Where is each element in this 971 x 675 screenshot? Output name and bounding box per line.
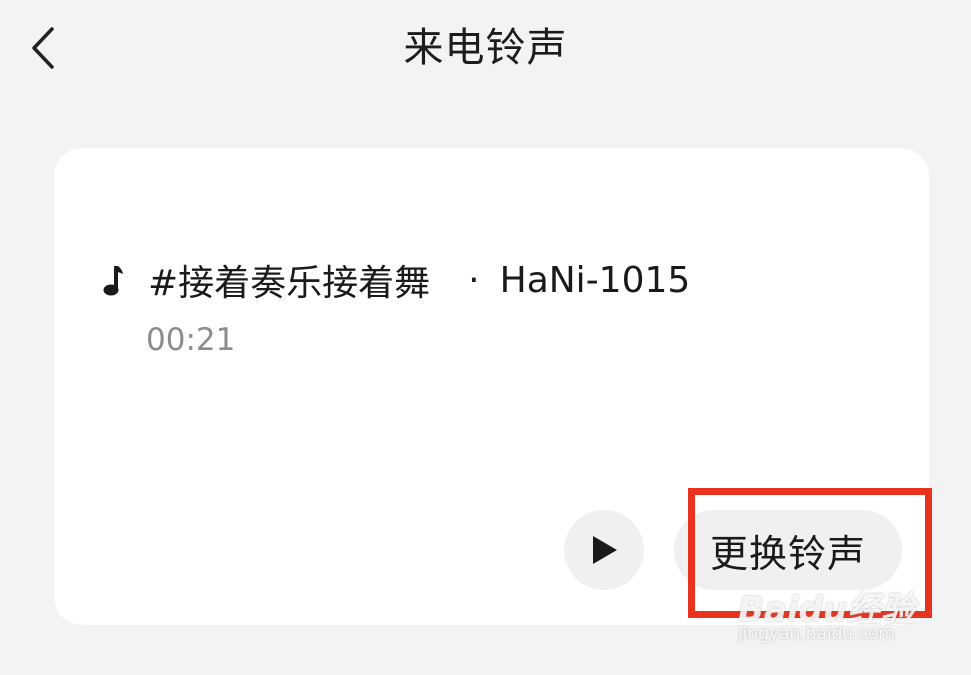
- play-icon: [593, 536, 617, 564]
- page-title: 来电铃声: [403, 25, 568, 71]
- music-note-icon: [102, 260, 124, 300]
- ringtone-duration: 00:21: [146, 322, 236, 358]
- ringtone-card: #接着奏乐接着舞 · HaNi-1015 00:21 更换铃声: [54, 148, 929, 625]
- ringtone-artist: HaNi-1015: [499, 259, 691, 301]
- ringtone-info-row: #接着奏乐接着舞 · HaNi-1015: [102, 252, 690, 308]
- ringtone-title: #接着奏乐接着舞: [148, 263, 431, 304]
- separator-dot: ·: [468, 259, 480, 301]
- watermark-url: jingyan.baidu.com: [738, 624, 895, 644]
- play-button[interactable]: [564, 510, 644, 590]
- change-ringtone-button[interactable]: 更换铃声: [674, 510, 902, 590]
- top-bar: 来电铃声: [0, 0, 971, 110]
